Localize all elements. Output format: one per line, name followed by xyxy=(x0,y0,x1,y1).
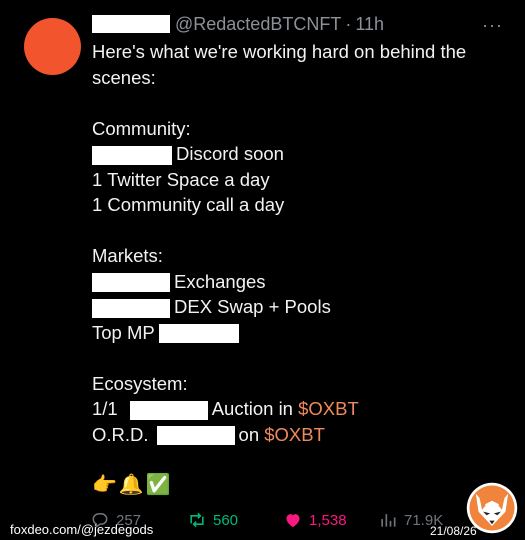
cashtag-link[interactable]: $OXBT xyxy=(264,424,325,445)
separator-dot: · xyxy=(345,13,352,34)
redacted-block xyxy=(156,426,235,446)
one-one-text: 1/1 xyxy=(92,398,118,419)
heart-icon xyxy=(286,514,300,528)
redacted-block xyxy=(92,145,172,165)
community-call-line: 1 Community call a day xyxy=(92,194,285,215)
redacted-block xyxy=(158,324,239,344)
on-text: on xyxy=(238,423,260,445)
top-mp-text: Top MP xyxy=(92,321,155,343)
auction-in-text: Auction in xyxy=(211,398,293,419)
markets-header: Markets: xyxy=(92,245,163,266)
more-options-icon[interactable]: ··· xyxy=(482,15,503,36)
ord-text: O.R.D. xyxy=(92,423,149,445)
redacted-display-name xyxy=(92,15,170,33)
tweet-header: @RedactedBTCNFT · 11h ··· xyxy=(92,12,505,36)
redacted-block xyxy=(92,298,170,318)
watermark-text: foxdeo.com/@jezdegods xyxy=(10,522,154,537)
discord-line: Discord soon xyxy=(92,141,512,167)
dex-text: DEX Swap + Pools xyxy=(174,296,331,317)
redacted-block xyxy=(129,400,208,420)
retweet-count: 560 xyxy=(213,511,239,529)
timestamp[interactable]: 11h xyxy=(355,14,384,35)
ord-line: O.R.D. on $OXBT xyxy=(92,422,512,448)
cashtag-link[interactable]: $OXBT xyxy=(298,398,359,419)
retweet-button[interactable]: 560 xyxy=(187,510,238,530)
redacted-block xyxy=(92,273,170,293)
ecosystem-header: Ecosystem: xyxy=(92,372,188,394)
emoji-line: 👉🔔✅ xyxy=(92,473,173,496)
intro-line-2: scenes: xyxy=(92,66,156,88)
discord-text: Discord soon xyxy=(176,143,284,164)
twitter-space-line: 1 Twitter Space a day xyxy=(92,168,270,190)
retweet-icon xyxy=(190,512,204,528)
auction-line: 1/1 Auction in $OXBT xyxy=(92,396,512,422)
top-mp-line: Top MP xyxy=(92,320,512,346)
views-icon xyxy=(381,514,396,527)
exchanges-text: Exchanges xyxy=(174,270,266,292)
intro-line-1: Here's what we're working hard on behind… xyxy=(92,41,467,62)
community-header: Community: xyxy=(92,117,191,139)
exchanges-line: Exchanges xyxy=(92,269,512,295)
like-count: 1,538 xyxy=(309,511,347,529)
like-button[interactable]: 1,538 xyxy=(283,510,347,530)
user-handle[interactable]: @RedactedBTCNFT xyxy=(175,14,341,35)
tweet-text: Here's what we're working hard on behind… xyxy=(92,39,512,498)
fox-logo-icon xyxy=(466,482,518,534)
dex-line: DEX Swap + Pools xyxy=(92,294,512,320)
avatar[interactable] xyxy=(24,18,81,75)
